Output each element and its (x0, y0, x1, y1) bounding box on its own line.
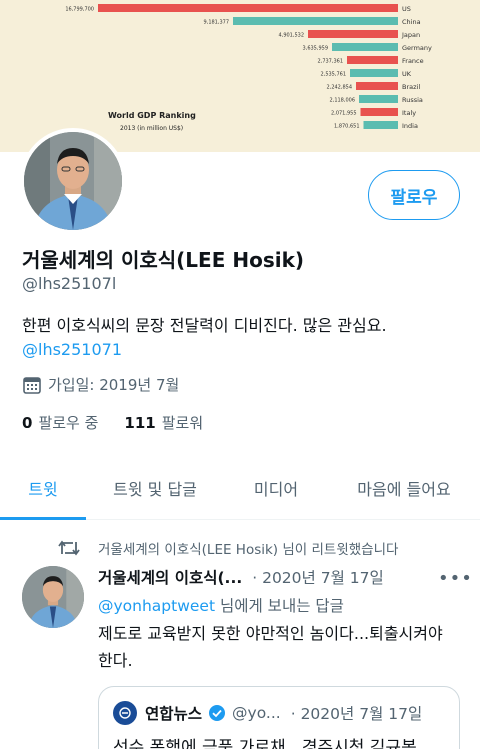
banner-bar-russia (359, 95, 398, 103)
followers-count: 111 (124, 414, 156, 432)
banner-bar-japan (308, 30, 398, 38)
retweet-context-text: 거울세계의 이호식(LEE Hosik) 님이 리트윗했습니다 (98, 542, 399, 558)
banner-value-germany: 3,635,959 (303, 46, 328, 52)
tweet-author-avatar[interactable] (22, 566, 84, 628)
banner-bar-india (363, 121, 398, 129)
banner-bar-france (347, 56, 398, 64)
reply-suffix: 님에게 보내는 답글 (215, 597, 344, 615)
quoted-author-name: 연합뉴스 (145, 705, 203, 723)
banner-bar-us (98, 4, 398, 12)
banner-value-russia: 2,118,006 (330, 98, 355, 104)
retweet-icon (58, 540, 80, 556)
join-date: 가입일: 2019년 7월 (22, 374, 179, 395)
reply-to-mention[interactable]: @yonhaptweet (98, 597, 215, 615)
profile-bio: 한편 이호식씨의 문장 전달력이 디비진다. 많은 관심요. @lhs25107… (22, 314, 462, 362)
following-link[interactable]: 0 팔로우 중 (22, 412, 98, 433)
active-tab-indicator (0, 517, 86, 520)
banner-bar-germany (332, 43, 398, 51)
following-count: 0 (22, 414, 33, 432)
quoted-tweet-date: · 2020년 7월 17일 (290, 705, 423, 723)
tweet-avatar-photo (22, 566, 84, 628)
banner-country-brazil: Brazil (402, 83, 420, 91)
banner-value-uk: 2,535,761 (321, 72, 346, 78)
bio-mention-link[interactable]: @lhs251071 (22, 338, 462, 362)
quoted-tweet-text: 선수 폭행에 금품 가로채...경주시청 김규봉 (113, 738, 417, 749)
banner-bar-china (233, 17, 398, 25)
banner-bar-italy (360, 108, 398, 116)
banner-value-brazil: 2,242,854 (327, 85, 352, 91)
banner-country-japan: Japan (401, 31, 420, 39)
banner-value-japan: 4,901,532 (279, 33, 304, 39)
banner-country-india: India (402, 122, 418, 130)
retweet-context[interactable]: 거울세계의 이호식(LEE Hosik) 님이 리트윗했습니다 (58, 538, 398, 558)
tab-tweets-and-replies[interactable]: 트윗 및 답글 (86, 455, 224, 520)
follow-counts: 0 팔로우 중 111 팔로워 (22, 412, 203, 433)
follow-button[interactable]: 팔로우 (368, 170, 460, 220)
quoted-author-handle: @yo... (232, 704, 281, 722)
tab-likes-label: 마음에 들어요 (357, 479, 451, 499)
banner-country-france: France (402, 57, 424, 65)
tab-tweets[interactable]: 트윗 (0, 455, 86, 520)
reply-context: @yonhaptweet 님에게 보내는 답글 (98, 594, 344, 616)
banner-subtitle: 2013 (in million US$) (120, 125, 183, 132)
banner-value-italy: 2,071,955 (331, 111, 356, 117)
following-label: 팔로우 중 (38, 414, 99, 432)
verified-badge-icon (209, 705, 226, 721)
tab-tweets-and-replies-label: 트윗 및 답글 (113, 479, 197, 499)
bio-text: 한편 이호식씨의 문장 전달력이 디비진다. 많은 관심요. (22, 316, 387, 335)
banner-country-russia: Russia (402, 96, 423, 104)
avatar-photo (24, 132, 122, 230)
tab-likes[interactable]: 마음에 들어요 (328, 455, 480, 520)
calendar-icon (23, 376, 41, 394)
banner-value-us: 16,799,700 (65, 7, 94, 13)
banner-bar-brazil (356, 82, 398, 90)
banner-bar-uk (350, 69, 398, 77)
join-date-text: 가입일: 2019년 7월 (48, 376, 180, 394)
tweet-date[interactable]: · 2020년 7월 17일 (252, 566, 384, 588)
followers-label: 팔로워 (161, 414, 204, 432)
followers-link[interactable]: 111 팔로워 (124, 412, 203, 433)
banner-country-us: US (402, 5, 411, 13)
tab-media-label: 미디어 (253, 479, 299, 499)
tab-tweets-label: 트윗 (28, 479, 58, 499)
banner-country-uk: UK (402, 70, 412, 78)
tweet-text: 제도로 교육받지 못한 야만적인 놈이다...퇴출시켜야 한다. (98, 624, 443, 670)
banner-value-india: 1,870,651 (334, 124, 359, 130)
more-options-icon[interactable]: ••• (438, 568, 473, 589)
profile-tabs: 트윗 트윗 및 답글 미디어 마음에 들어요 (0, 455, 480, 520)
tweet-author-name[interactable]: 거울세계의 이호식(... (98, 566, 242, 588)
display-name: 거울세계의 이호식(LEE Hosik) (22, 248, 305, 272)
quoted-tweet[interactable]: 연합뉴스 @yo... · 2020년 7월 17일 선수 폭행에 금품 가로채… (98, 686, 460, 749)
banner-country-germany: Germany (402, 44, 432, 52)
banner-country-italy: Italy (402, 109, 416, 117)
tweet-header: 거울세계의 이호식(... · 2020년 7월 17일 (98, 566, 384, 588)
tab-media[interactable]: 미디어 (224, 455, 328, 520)
banner-title: World GDP Ranking (108, 111, 196, 120)
quoted-tweet-header: 연합뉴스 @yo... · 2020년 7월 17일 (113, 701, 422, 725)
banner-country-china: China (402, 18, 421, 26)
profile-avatar[interactable] (20, 128, 126, 234)
user-handle: @lhs25107l (22, 274, 117, 293)
banner-value-france: 2,737,361 (318, 59, 343, 65)
banner-value-china: 9,181,377 (204, 20, 229, 26)
yonhap-logo-icon (113, 701, 137, 725)
